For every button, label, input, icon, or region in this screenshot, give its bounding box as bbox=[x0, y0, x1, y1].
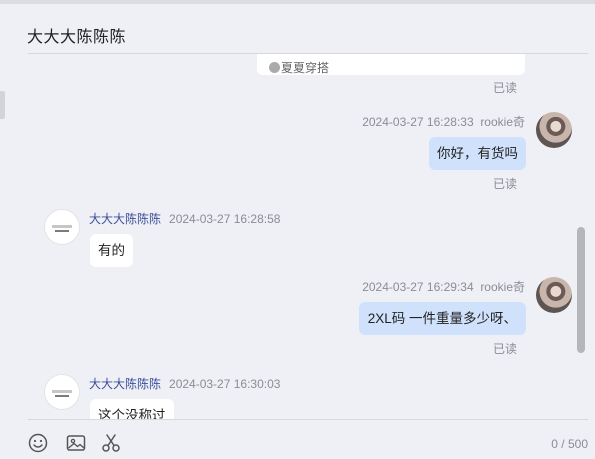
sender-name: 大大大陈陈陈 bbox=[89, 377, 162, 391]
shop-logo-icon bbox=[52, 225, 72, 228]
image-icon[interactable] bbox=[65, 432, 87, 454]
avatar[interactable] bbox=[44, 374, 80, 410]
product-tag: 夏夏穿搭 bbox=[269, 59, 329, 76]
read-receipt: 已读 bbox=[493, 342, 518, 356]
sender-name: 大大大陈陈陈 bbox=[89, 212, 162, 226]
read-receipt: 已读 bbox=[493, 81, 518, 95]
character-counter: 0 / 500 bbox=[551, 437, 588, 451]
sender-name: rookie奇 bbox=[480, 115, 525, 129]
message-meta: 大大大陈陈陈 2024-03-27 16:30:03 bbox=[89, 375, 280, 392]
emoji-icon[interactable] bbox=[27, 432, 49, 454]
message-meta: 2024-03-27 16:28:33 rookie奇 bbox=[362, 113, 525, 130]
message-time: 2024-03-27 16:29:34 bbox=[362, 280, 474, 294]
read-receipt: 已读 bbox=[493, 177, 518, 191]
product-card[interactable]: 夏夏穿搭 bbox=[257, 54, 525, 75]
chat-header: 大大大陈陈陈 bbox=[0, 4, 595, 54]
message-meta: 大大大陈陈陈 2024-03-27 16:28:58 bbox=[89, 210, 280, 227]
message-bubble[interactable]: 2XL码 一件重量多少呀、 bbox=[358, 302, 526, 335]
message-list[interactable]: 夏夏穿搭 已读 2024-03-27 16:28:33 rookie奇 你好，有… bbox=[0, 54, 595, 420]
avatar[interactable] bbox=[536, 277, 572, 313]
chat-scrollbar[interactable] bbox=[577, 227, 585, 353]
input-toolbar: 0 / 500 bbox=[0, 420, 595, 457]
sender-name: rookie奇 bbox=[480, 280, 525, 294]
message-meta: 2024-03-27 16:29:34 rookie奇 bbox=[362, 278, 525, 295]
avatar[interactable] bbox=[536, 112, 572, 148]
scissors-icon[interactable] bbox=[100, 432, 122, 454]
chat-title: 大大大陈陈陈 bbox=[27, 29, 127, 46]
message-bubble[interactable]: 这个没称过 bbox=[90, 399, 174, 420]
message-bubble[interactable]: 有的 bbox=[90, 234, 133, 267]
message-time: 2024-03-27 16:30:03 bbox=[169, 377, 281, 391]
avatar[interactable] bbox=[44, 209, 80, 245]
message-time: 2024-03-27 16:28:33 bbox=[362, 115, 474, 129]
message-bubble[interactable]: 你好，有货吗 bbox=[429, 137, 526, 170]
tag-icon bbox=[269, 62, 280, 73]
product-tag-label: 夏夏穿搭 bbox=[281, 61, 330, 75]
message-time: 2024-03-27 16:28:58 bbox=[169, 212, 281, 226]
shop-logo-icon bbox=[52, 390, 72, 393]
